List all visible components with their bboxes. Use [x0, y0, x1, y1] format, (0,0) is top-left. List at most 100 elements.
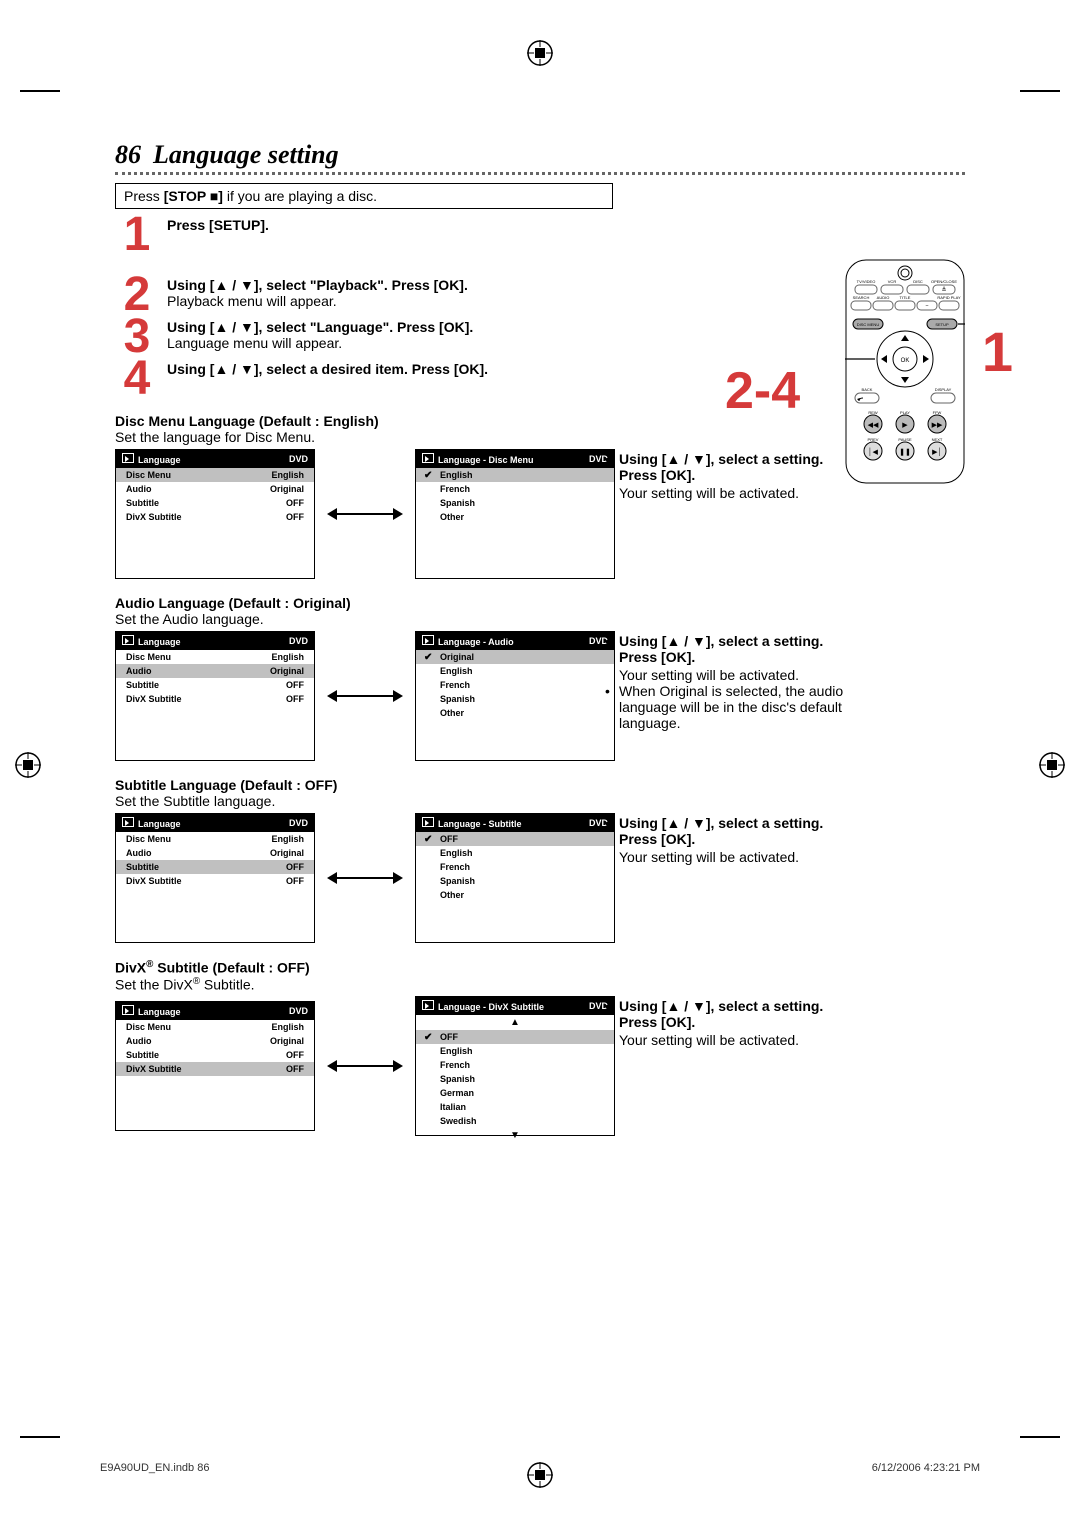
panel-option: French — [416, 860, 614, 874]
double-arrow-icon — [335, 877, 395, 879]
disc-icon — [122, 453, 134, 463]
language-panel: LanguageDVD Disc MenuEnglishAudioOrigina… — [115, 449, 315, 579]
remote-callout-24: 2-4 — [725, 361, 800, 421]
section-subtitle: Set the language for Disc Menu. — [115, 429, 965, 445]
section-title: Audio Language (Default : Original) — [115, 595, 965, 611]
step-heading: Using [▲ / ▼], select "Language". Press … — [167, 319, 473, 335]
note-item: Using [▲ / ▼], select a setting. Press [… — [605, 998, 865, 1030]
section-divx: DivX® Subtitle (Default : OFF) Set the D… — [115, 959, 965, 1136]
panel-option: French — [416, 1058, 614, 1072]
section-title: DivX® Subtitle (Default : OFF) — [115, 959, 965, 976]
svg-text:OPEN/CLOSE: OPEN/CLOSE — [931, 279, 957, 284]
panel-option: OFF — [416, 1030, 614, 1044]
disc-icon — [422, 1000, 434, 1010]
section-subtitle: Set the Audio language. — [115, 611, 965, 627]
section-subtitle: Set the DivX® Subtitle. — [115, 976, 965, 993]
double-arrow-icon — [335, 1065, 395, 1067]
notes: Using [▲ / ▼], select a setting. Press [… — [605, 451, 865, 501]
panel-option: Other — [416, 510, 614, 524]
scroll-down-icon — [416, 1128, 614, 1143]
note-item: When Original is selected, the audio lan… — [605, 683, 865, 731]
panel-header: Language - SubtitleDVD — [416, 814, 614, 832]
step-heading: Using [▲ / ▼], select "Playback". Press … — [167, 277, 468, 293]
section-subtitle: Subtitle Language (Default : OFF) Set th… — [115, 777, 965, 943]
panel-option: English — [416, 1044, 614, 1058]
svg-text:SETUP: SETUP — [935, 322, 949, 327]
intro-box: Press [STOP ■] if you are playing a disc… — [115, 183, 613, 209]
footer-right: 6/12/2006 4:23:21 PM — [872, 1462, 980, 1474]
step-number: 1 — [115, 211, 159, 259]
panel-row: DivX SubtitleOFF — [116, 1062, 314, 1076]
disc-icon — [422, 635, 434, 645]
panel-option: Original — [416, 650, 614, 664]
panel-row: Disc MenuEnglish — [116, 650, 314, 664]
note-sub: Your setting will be activated. — [605, 849, 865, 865]
double-arrow-icon — [335, 695, 395, 697]
panel-header: LanguageDVD — [116, 1002, 314, 1020]
language-sub-panel: Language - Disc MenuDVD EnglishFrenchSpa… — [415, 449, 615, 579]
language-panel: LanguageDVD Disc MenuEnglishAudioOrigina… — [115, 813, 315, 943]
disc-icon — [122, 635, 134, 645]
svg-text:TV/VIDEO: TV/VIDEO — [857, 279, 876, 284]
note-sub: Your setting will be activated. — [605, 1032, 865, 1048]
section-subtitle: Set the Subtitle language. — [115, 793, 965, 809]
svg-text:AUDIO: AUDIO — [877, 295, 890, 300]
crop-mark — [1020, 1436, 1060, 1438]
panel-option: Spanish — [416, 1072, 614, 1086]
step-number: 4 — [115, 355, 159, 403]
svg-text:DISPLAY: DISPLAY — [935, 387, 952, 392]
svg-text:RAPID PLAY: RAPID PLAY — [937, 295, 961, 300]
panel-option: Spanish — [416, 874, 614, 888]
svg-text:OK: OK — [901, 358, 910, 364]
panel-row: DivX SubtitleOFF — [116, 874, 314, 888]
panel-option: Italian — [416, 1100, 614, 1114]
registration-mark-icon — [15, 752, 41, 778]
step-sub: Language menu will appear. — [167, 335, 342, 351]
note-sub: Your setting will be activated. — [605, 485, 865, 501]
panel-row: AudioOriginal — [116, 1034, 314, 1048]
scroll-up-icon — [416, 1015, 614, 1030]
panel-row: DivX SubtitleOFF — [116, 692, 314, 706]
page-number: 86 — [115, 140, 141, 170]
disc-icon — [122, 817, 134, 827]
panel-option: Swedish — [416, 1114, 614, 1128]
intro-stop: [STOP ■] — [164, 188, 223, 204]
panel-header: LanguageDVD — [116, 814, 314, 832]
registration-mark-icon — [1039, 752, 1065, 778]
language-sub-panel: Language - SubtitleDVD OFFEnglishFrenchS… — [415, 813, 615, 943]
step-heading: Using [▲ / ▼], select a desired item. Pr… — [167, 361, 488, 377]
panel-row: AudioOriginal — [116, 664, 314, 678]
disc-icon — [122, 1005, 134, 1015]
crop-mark — [20, 1436, 60, 1438]
note-sub: Your setting will be activated. — [605, 667, 865, 683]
svg-text:DISC: DISC — [913, 279, 923, 284]
panel-row: Disc MenuEnglish — [116, 1020, 314, 1034]
crop-mark — [20, 90, 60, 92]
note-item: Using [▲ / ▼], select a setting. Press [… — [605, 451, 865, 483]
disc-icon — [422, 817, 434, 827]
panel-option: French — [416, 678, 614, 692]
section-title: Disc Menu Language (Default : English) — [115, 413, 965, 429]
intro-prefix: Press — [124, 188, 164, 204]
svg-text:SEARCH: SEARCH — [853, 295, 870, 300]
panel-option: Other — [416, 888, 614, 902]
svg-text:DISC MENU: DISC MENU — [857, 322, 880, 327]
footer-left: E9A90UD_EN.indb 86 — [100, 1462, 209, 1474]
panel-option: French — [416, 482, 614, 496]
panel-row: DivX SubtitleOFF — [116, 510, 314, 524]
language-panel: LanguageDVD Disc MenuEnglishAudioOrigina… — [115, 1001, 315, 1131]
panel-option: OFF — [416, 832, 614, 846]
notes: Using [▲ / ▼], select a setting. Press [… — [605, 633, 865, 733]
intro-suffix: if you are playing a disc. — [223, 188, 377, 204]
section-disc: Disc Menu Language (Default : English) S… — [115, 413, 965, 579]
language-sub-panel: Language - AudioDVD OriginalEnglishFrenc… — [415, 631, 615, 761]
panel-header: LanguageDVD — [116, 450, 314, 468]
svg-text:VCR: VCR — [888, 279, 897, 284]
panel-row: Disc MenuEnglish — [116, 468, 314, 482]
page-title: Language setting — [153, 140, 339, 170]
panel-row: SubtitleOFF — [116, 678, 314, 692]
panel-row: SubtitleOFF — [116, 860, 314, 874]
panel-option: English — [416, 468, 614, 482]
panel-row: AudioOriginal — [116, 846, 314, 860]
panel-row: Disc MenuEnglish — [116, 832, 314, 846]
